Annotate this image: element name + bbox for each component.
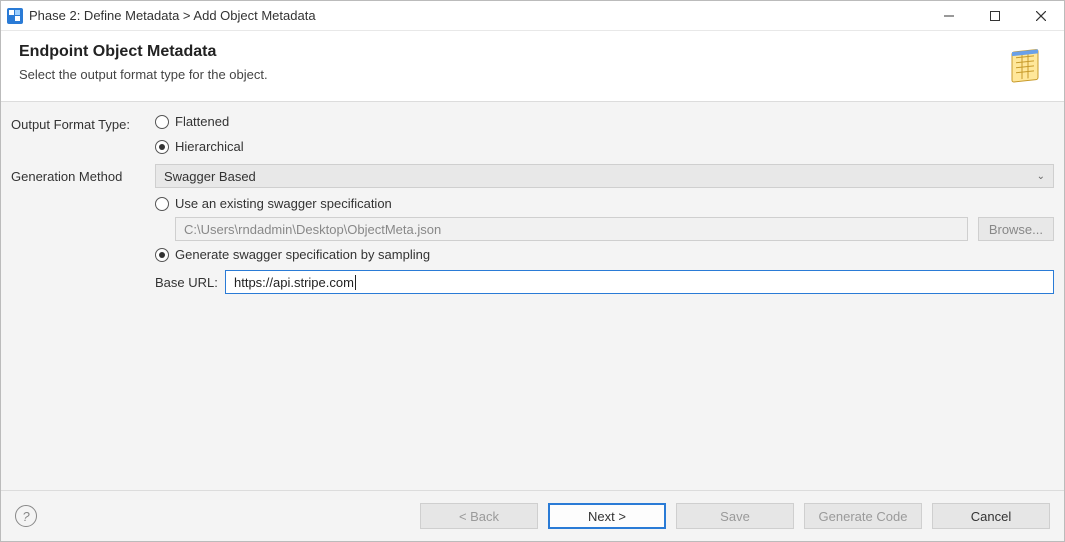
generation-method-label: Generation Method xyxy=(11,168,151,184)
wizard-content: Output Format Type: Flattened Hierarchic… xyxy=(1,102,1064,490)
wizard-footer: ? < Back Next > Save Generate Code Cance… xyxy=(1,490,1064,541)
close-button[interactable] xyxy=(1018,1,1064,31)
cancel-button[interactable]: Cancel xyxy=(932,503,1050,529)
generation-method-select[interactable]: Swagger Based ⌄ xyxy=(155,164,1054,188)
window-title: Phase 2: Define Metadata > Add Object Me… xyxy=(29,8,316,23)
metadata-icon xyxy=(1002,43,1046,87)
minimize-button[interactable] xyxy=(926,1,972,31)
radio-generate-sampling[interactable] xyxy=(155,248,169,262)
titlebar: Phase 2: Define Metadata > Add Object Me… xyxy=(1,1,1064,31)
base-url-label: Base URL: xyxy=(155,275,221,290)
existing-path-input: C:\Users\rndadmin\Desktop\ObjectMeta.jso… xyxy=(175,217,968,241)
chevron-down-icon: ⌄ xyxy=(1037,171,1045,182)
radio-flattened[interactable] xyxy=(155,115,169,129)
text-cursor xyxy=(355,275,356,290)
wizard-banner: Endpoint Object Metadata Select the outp… xyxy=(1,31,1064,102)
radio-hierarchical-label: Hierarchical xyxy=(175,139,244,154)
minimize-icon xyxy=(944,11,954,21)
radio-use-existing-label: Use an existing swagger specification xyxy=(175,196,392,211)
radio-use-existing[interactable] xyxy=(155,197,169,211)
output-format-label: Output Format Type: xyxy=(11,116,151,132)
generation-method-value: Swagger Based xyxy=(164,169,256,184)
browse-button: Browse... xyxy=(978,217,1054,241)
radio-generate-sampling-label: Generate swagger specification by sampli… xyxy=(175,247,430,262)
close-icon xyxy=(1036,11,1046,21)
maximize-button[interactable] xyxy=(972,1,1018,31)
next-button[interactable]: Next > xyxy=(548,503,666,529)
radio-flattened-label: Flattened xyxy=(175,114,229,129)
base-url-input[interactable]: https://api.stripe.com xyxy=(225,270,1054,294)
save-button[interactable]: Save xyxy=(676,503,794,529)
help-button[interactable]: ? xyxy=(15,505,37,527)
radio-hierarchical[interactable] xyxy=(155,140,169,154)
back-button[interactable]: < Back xyxy=(420,503,538,529)
maximize-icon xyxy=(990,11,1000,21)
generate-code-button[interactable]: Generate Code xyxy=(804,503,922,529)
page-subtitle: Select the output format type for the ob… xyxy=(19,67,1002,82)
app-icon xyxy=(7,8,23,24)
page-title: Endpoint Object Metadata xyxy=(19,43,1002,61)
